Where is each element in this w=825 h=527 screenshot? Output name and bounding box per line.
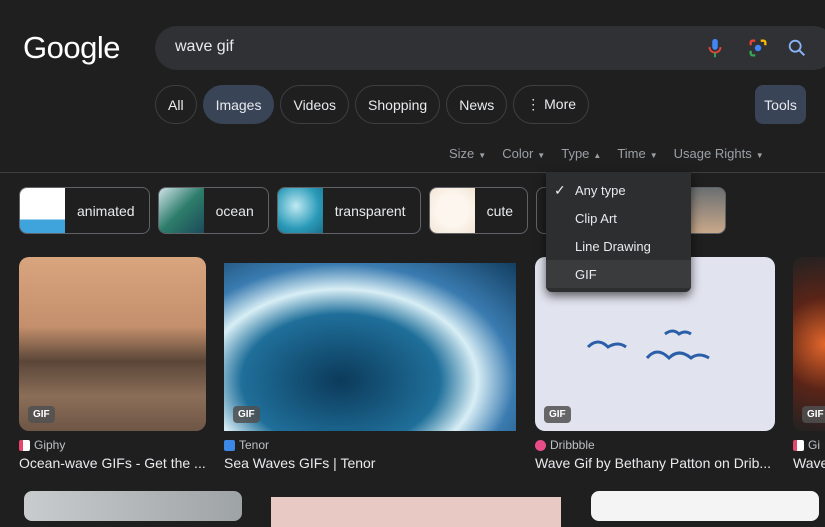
- chip-thumbnail: [429, 188, 475, 233]
- search-icon[interactable]: [786, 37, 808, 59]
- chip-ocean[interactable]: ocean: [157, 187, 269, 234]
- filter-type[interactable]: Type ▲: [561, 146, 601, 161]
- result-card[interactable]: GIF Gi Wave: [793, 257, 825, 471]
- result-title[interactable]: Ocean-wave GIFs - Get the ...: [19, 455, 206, 471]
- result-source: Dribbble: [550, 438, 595, 452]
- menu-item-line-drawing[interactable]: Line Drawing: [546, 232, 691, 260]
- caret-down-icon: ▼: [755, 151, 764, 160]
- tab-images[interactable]: Images: [202, 85, 275, 124]
- filter-time[interactable]: Time ▼: [617, 146, 657, 161]
- result-image[interactable]: [591, 491, 819, 521]
- menu-item-gif[interactable]: GIF: [546, 260, 691, 288]
- chip-thumbnail: [158, 188, 204, 233]
- filter-label: Color: [502, 146, 534, 161]
- tab-videos[interactable]: Videos: [280, 85, 350, 124]
- microphone-icon[interactable]: [704, 37, 726, 59]
- gif-badge: GIF: [28, 406, 55, 423]
- filter-color[interactable]: Color ▼: [502, 146, 545, 161]
- filter-label: Time: [617, 146, 646, 161]
- wave-drawing: [586, 329, 710, 361]
- result-card[interactable]: GIF Giphy Ocean-wave GIFs - Get the ...: [19, 257, 206, 471]
- filter-bar: Size ▼ Color ▼ Type ▲ Time ▼ Usage Rights ▼: [449, 146, 764, 161]
- tenor-favicon: [224, 439, 235, 451]
- result-card[interactable]: GIF Tenor Sea Waves GIFs | Tenor: [224, 257, 516, 471]
- chip-animated[interactable]: animated: [19, 187, 150, 234]
- chip-label: cute: [486, 202, 514, 219]
- menu-item-label: Line Drawing: [575, 238, 651, 254]
- tab-shopping[interactable]: Shopping: [355, 85, 441, 124]
- tools-button[interactable]: Tools: [755, 85, 806, 124]
- caret-down-icon: ▼: [649, 151, 658, 160]
- camera-lens-icon[interactable]: [747, 37, 769, 59]
- chip-label: transparent: [334, 202, 406, 219]
- menu-item-label: Any type: [575, 182, 626, 198]
- dribbble-favicon: [535, 439, 546, 451]
- result-title[interactable]: Wave Gif by Bethany Patton on Drib...: [535, 455, 775, 471]
- tab-all[interactable]: All: [155, 85, 197, 124]
- result-title[interactable]: Sea Waves GIFs | Tenor: [224, 455, 516, 471]
- result-source: Gi: [808, 438, 820, 452]
- search-tabs: All Images Videos Shopping News ⋮ More: [155, 85, 590, 124]
- chip-cute[interactable]: cute: [428, 187, 529, 234]
- chip-label: ocean: [215, 202, 254, 219]
- giphy-favicon: [19, 439, 30, 451]
- result-image[interactable]: [24, 491, 242, 521]
- caret-down-icon: ▼: [537, 151, 546, 160]
- search-box[interactable]: wave gif: [155, 26, 825, 70]
- result-source: Tenor: [239, 438, 270, 452]
- chip-thumbnail: [20, 188, 65, 233]
- filter-label: Type: [561, 146, 590, 161]
- divider: [0, 172, 825, 173]
- gif-badge: GIF: [544, 406, 571, 423]
- giphy-favicon: [793, 439, 804, 451]
- type-dropdown-menu: ✓ Any type Clip Art Line Drawing GIF: [546, 172, 691, 292]
- menu-item-label: GIF: [575, 266, 597, 282]
- caret-up-icon: ▲: [593, 151, 602, 160]
- filter-size[interactable]: Size ▼: [449, 146, 486, 161]
- google-logo[interactable]: Google: [23, 30, 120, 66]
- menu-item-clip-art[interactable]: Clip Art: [546, 204, 691, 232]
- tab-news[interactable]: News: [446, 85, 508, 124]
- filter-label: Size: [449, 146, 475, 161]
- result-source: Giphy: [34, 438, 66, 452]
- filter-usage-rights[interactable]: Usage Rights ▼: [674, 146, 764, 161]
- gif-badge: GIF: [802, 406, 825, 423]
- chip-label: animated: [77, 202, 135, 219]
- search-input[interactable]: wave gif: [175, 38, 234, 56]
- chip-thumbnail: [277, 188, 323, 233]
- result-title[interactable]: Wave: [793, 455, 825, 471]
- checkmark-icon: ✓: [554, 181, 566, 198]
- tab-more[interactable]: ⋮ More: [513, 85, 590, 124]
- menu-item-any-type[interactable]: ✓ Any type: [546, 176, 691, 204]
- menu-item-label: Clip Art: [575, 210, 617, 226]
- result-image[interactable]: GIF: [793, 257, 825, 431]
- result-image[interactable]: GIF: [19, 257, 206, 431]
- result-image[interactable]: [271, 497, 561, 527]
- gif-badge: GIF: [233, 406, 260, 423]
- chip-transparent[interactable]: transparent: [276, 187, 421, 234]
- caret-down-icon: ▼: [478, 151, 487, 160]
- result-image[interactable]: GIF: [224, 263, 516, 431]
- filter-label: Usage Rights: [673, 146, 752, 161]
